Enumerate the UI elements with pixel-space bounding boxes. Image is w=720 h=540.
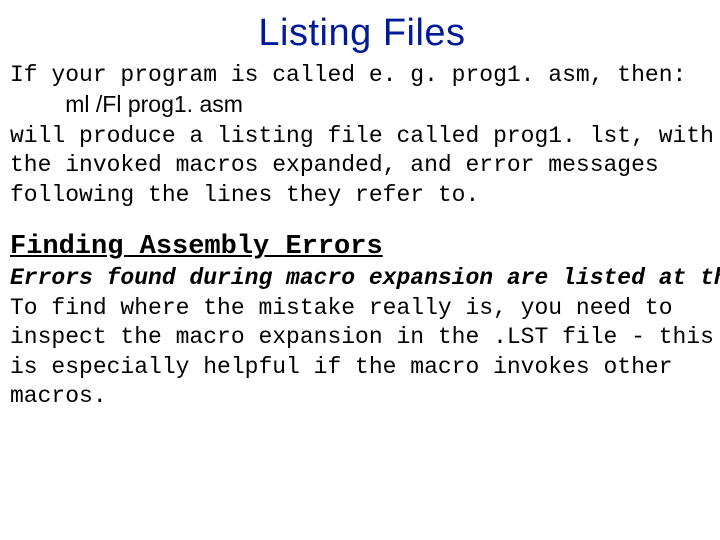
text-p1a: If your program is called e. g. prog1. a… [10,62,686,88]
text-p2a: Errors found during macro expansion are … [10,265,720,291]
page-title: Listing Files [10,12,714,55]
slide: Listing Files If your program is called … [0,0,720,411]
paragraph-finding: Errors found during macro expansion are … [10,264,714,411]
text-p1b: will produce a listing file called prog1… [10,123,714,208]
text-p2b: To find where the mistake really is, you… [10,295,714,409]
paragraph-listing: If your program is called e. g. prog1. a… [10,61,714,210]
command-text: ml /Fl prog1. asm [65,91,243,117]
subheading-finding-errors: Finding Assembly Errors [10,232,714,262]
